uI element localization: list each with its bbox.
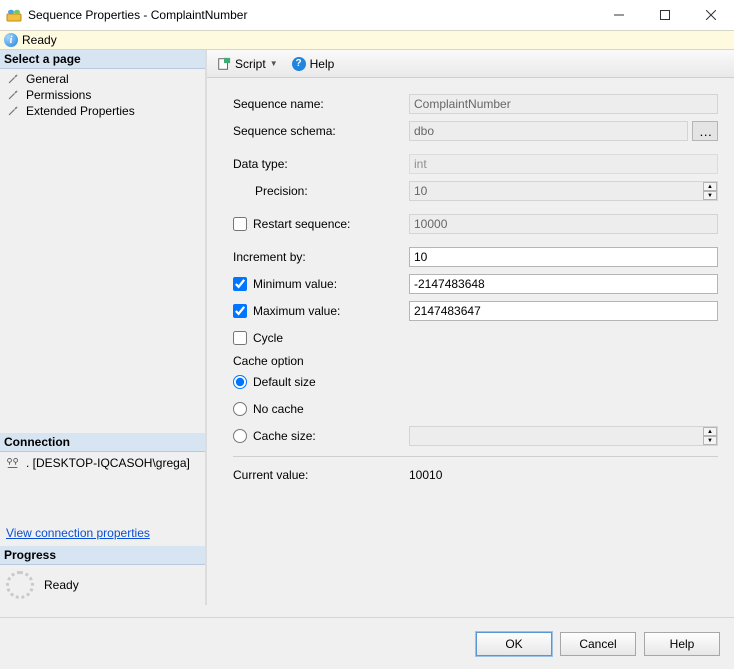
app-icon: [6, 7, 22, 23]
server-icon: [6, 456, 20, 470]
current-value-label: Current value:: [233, 468, 409, 482]
cycle-label: Cycle: [253, 331, 283, 345]
sequence-schema-label: Sequence schema:: [233, 124, 409, 138]
restart-sequence-label: Restart sequence:: [253, 217, 350, 231]
connection-value: . [DESKTOP-IQCASOH\grega]: [26, 456, 190, 470]
page-permissions[interactable]: Permissions: [0, 87, 205, 103]
cache-size-radio[interactable]: [233, 429, 247, 443]
page-list: General Permissions Extended Properties: [0, 69, 205, 121]
connection-header: Connection: [0, 433, 205, 452]
close-button[interactable]: [688, 0, 734, 30]
status-text: Ready: [22, 33, 57, 47]
maximum-value-checkbox[interactable]: [233, 304, 247, 318]
schema-browse-button[interactable]: …: [692, 121, 718, 141]
script-icon: [217, 57, 231, 71]
maximum-value-input[interactable]: [409, 301, 718, 321]
minimize-button[interactable]: [596, 0, 642, 30]
restart-sequence-checkbox[interactable]: [233, 217, 247, 231]
precision-label: Precision:: [233, 184, 409, 198]
cache-default-label: Default size: [253, 375, 316, 389]
select-page-header: Select a page: [0, 50, 205, 69]
help-label: Help: [310, 57, 335, 71]
info-icon: i: [4, 33, 18, 47]
wrench-icon: [6, 88, 20, 102]
window-title: Sequence Properties - ComplaintNumber: [28, 8, 596, 22]
increment-label: Increment by:: [233, 250, 409, 264]
title-bar: Sequence Properties - ComplaintNumber: [0, 0, 734, 30]
minimum-value-checkbox[interactable]: [233, 277, 247, 291]
data-type-label: Data type:: [233, 157, 409, 171]
help-button[interactable]: ? Help: [288, 55, 339, 73]
maximize-button[interactable]: [642, 0, 688, 30]
restart-value-input: [409, 214, 718, 234]
cancel-button[interactable]: Cancel: [560, 632, 636, 656]
minimum-value-input[interactable]: [409, 274, 718, 294]
ok-button[interactable]: OK: [476, 632, 552, 656]
content-toolbar: Script ▼ ? Help: [207, 50, 734, 78]
connection-row: . [DESKTOP-IQCASOH\grega]: [0, 452, 205, 474]
progress-text: Ready: [44, 578, 79, 592]
script-dropdown[interactable]: Script ▼: [213, 55, 282, 73]
progress-header: Progress: [0, 546, 205, 565]
script-label: Script: [235, 57, 266, 71]
help-button-footer[interactable]: Help: [644, 632, 720, 656]
precision-spin-up: ▲: [703, 182, 717, 191]
cycle-checkbox[interactable]: [233, 331, 247, 345]
page-general[interactable]: General: [0, 71, 205, 87]
sequence-name-label: Sequence name:: [233, 97, 409, 111]
maximum-value-label: Maximum value:: [253, 304, 340, 318]
cache-default-radio[interactable]: [233, 375, 247, 389]
wrench-icon: [6, 72, 20, 86]
view-connection-properties-link[interactable]: View connection properties: [0, 520, 156, 546]
spinner-icon: [6, 571, 34, 599]
minimum-value-label: Minimum value:: [253, 277, 337, 291]
current-value: 10010: [409, 468, 442, 482]
precision-input: [409, 181, 718, 201]
cache-size-label: Cache size:: [253, 429, 316, 443]
cache-option-group-label: Cache option: [233, 354, 718, 368]
form: Sequence name: Sequence schema: … Data t…: [207, 78, 734, 498]
cache-size-input: [409, 426, 718, 446]
cache-size-spin-down: ▼: [703, 436, 717, 445]
sequence-schema-input: [409, 121, 688, 141]
data-type-select: int: [409, 154, 718, 174]
dialog-footer: OK Cancel Help: [0, 617, 734, 669]
sequence-name-input: [409, 94, 718, 114]
cache-none-radio[interactable]: [233, 402, 247, 416]
page-label: Permissions: [26, 88, 91, 102]
help-icon: ?: [292, 57, 306, 71]
content-pane: Script ▼ ? Help Sequence name: Sequence …: [205, 50, 734, 605]
sidebar: Select a page General Permissions Extend…: [0, 50, 205, 605]
progress-row: Ready: [0, 565, 205, 605]
page-extended-properties[interactable]: Extended Properties: [0, 103, 205, 119]
increment-input[interactable]: [409, 247, 718, 267]
status-strip: i Ready: [0, 30, 734, 50]
cache-size-spin-up: ▲: [703, 427, 717, 436]
cache-none-label: No cache: [253, 402, 304, 416]
chevron-down-icon: ▼: [270, 59, 278, 68]
wrench-icon: [6, 104, 20, 118]
precision-spin-down: ▼: [703, 191, 717, 200]
page-label: General: [26, 72, 69, 86]
page-label: Extended Properties: [26, 104, 135, 118]
